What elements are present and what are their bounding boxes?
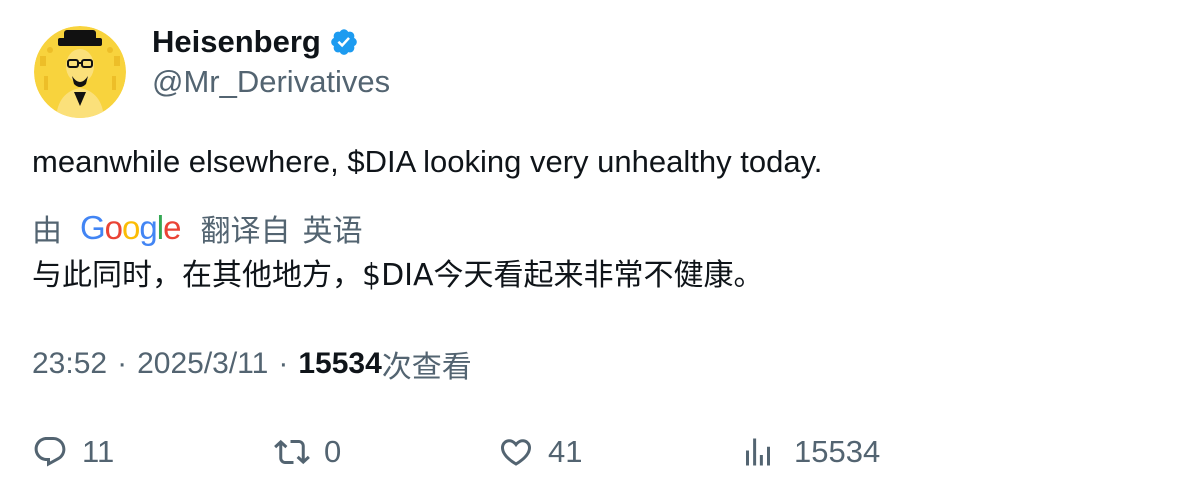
meta-separator: · [278,347,289,380]
tweet-date[interactable]: 2025/3/11 [137,347,268,381]
translation-label: 翻译自 [200,214,291,249]
translation-prefix: 由 [32,214,62,249]
translation-attribution: 由 Google 翻译自 英语 [32,206,362,250]
retweet-icon [274,434,310,470]
heart-icon [498,434,534,470]
views-button[interactable]: 15534 [740,430,880,474]
author-name-row: Heisenberg [152,22,359,62]
tweet-text: meanwhile elsewhere, $DIA looking very u… [32,144,823,179]
avatar[interactable] [34,26,126,118]
reply-button[interactable]: 11 [32,430,114,474]
avatar-image [34,26,126,118]
google-logo[interactable]: Google [80,206,181,250]
verified-badge-icon[interactable] [329,27,359,57]
views-label: 次查看 [381,350,472,385]
analytics-icon [740,434,776,470]
display-name[interactable]: Heisenberg [152,22,321,62]
translation-source-language: 英语 [302,214,363,249]
tweet-time[interactable]: 23:52 [32,347,107,381]
like-button[interactable]: 41 [498,430,582,474]
meta-separator: · [117,347,128,380]
translated-text: 与此同时，在其他地方，$DIA今天看起来非常不健康。 [32,258,764,293]
reply-icon [32,434,68,470]
reply-count: 11 [82,434,115,469]
tweet-meta: 23:52 · 2025/3/11 · 15534 次查看 [32,342,472,386]
retweet-count: 0 [324,434,342,469]
retweet-button[interactable]: 0 [274,430,341,474]
like-count: 41 [548,434,583,469]
views-count: 15534 [794,434,881,469]
author-handle[interactable]: @Mr_Derivatives [152,62,390,102]
view-count: 15534 [298,347,382,380]
